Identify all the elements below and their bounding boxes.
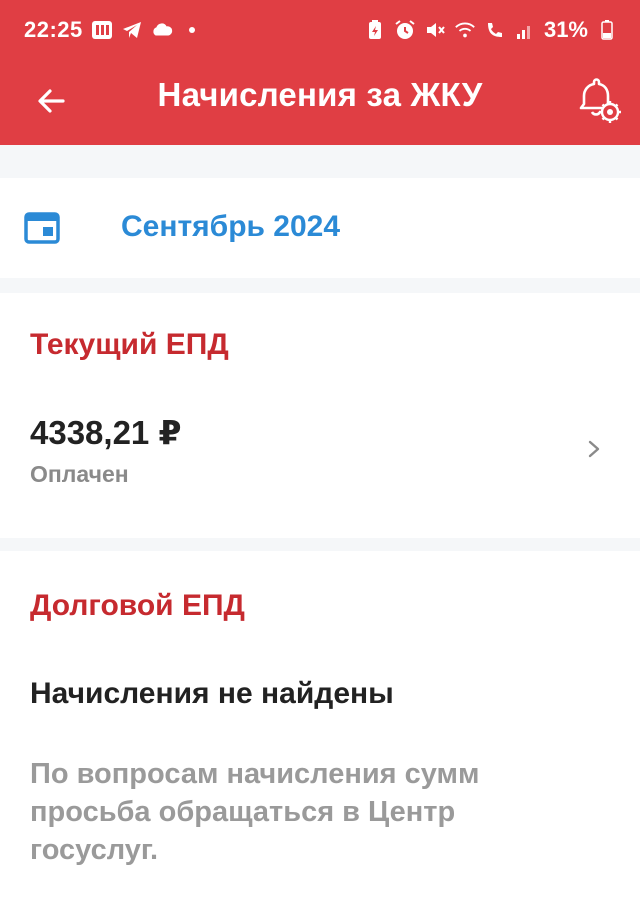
- telegram-icon: [121, 19, 143, 41]
- debt-hint-text: По вопросам начисления сумм просьба обра…: [30, 758, 480, 866]
- period-selector[interactable]: Сентябрь 2024: [0, 178, 640, 278]
- battery-saver-icon: [364, 19, 386, 41]
- bell-settings-icon: [579, 78, 621, 123]
- signal-icon: [514, 19, 536, 41]
- battery-icon: [596, 19, 618, 41]
- status-time: 22:25: [24, 17, 83, 42]
- news-icon: [91, 19, 113, 41]
- current-epd-status: Оплачен: [30, 461, 129, 487]
- dot-icon: [188, 27, 195, 33]
- period-month: Сентябрь 2024: [121, 210, 341, 243]
- page-title: Начисления за ЖКУ: [157, 76, 483, 113]
- current-epd-title: Текущий ЕПД: [30, 328, 229, 361]
- debt-epd-card: Долговой ЕПД Начисления не найдены По во…: [0, 551, 640, 898]
- battery-percent: 31%: [543, 17, 588, 42]
- debt-empty-message: Начисления не найдены: [30, 677, 394, 710]
- wifi-call-icon: [484, 19, 506, 41]
- current-epd-amount: 4338,21 ₽: [30, 414, 182, 451]
- app-bar: Начисления за ЖКУ: [0, 60, 640, 145]
- mute-icon: [424, 19, 446, 41]
- alarm-icon: [394, 19, 416, 41]
- calendar-icon: [24, 212, 60, 244]
- notification-settings-button[interactable]: [570, 72, 626, 128]
- status-right: 31%: [364, 17, 618, 43]
- cloud-icon: [151, 19, 173, 41]
- status-bar: 22:25 31%: [0, 0, 640, 60]
- debt-epd-title: Долговой ЕПД: [30, 589, 245, 622]
- chevron-right-icon: [588, 440, 600, 458]
- wifi-icon: [454, 19, 476, 41]
- current-epd-card[interactable]: Текущий ЕПД 4338,21 ₽ Оплачен: [0, 293, 640, 538]
- status-left: 22:25: [24, 17, 195, 43]
- top-bar: 22:25 31% Начисления за ЖКУ: [0, 0, 640, 145]
